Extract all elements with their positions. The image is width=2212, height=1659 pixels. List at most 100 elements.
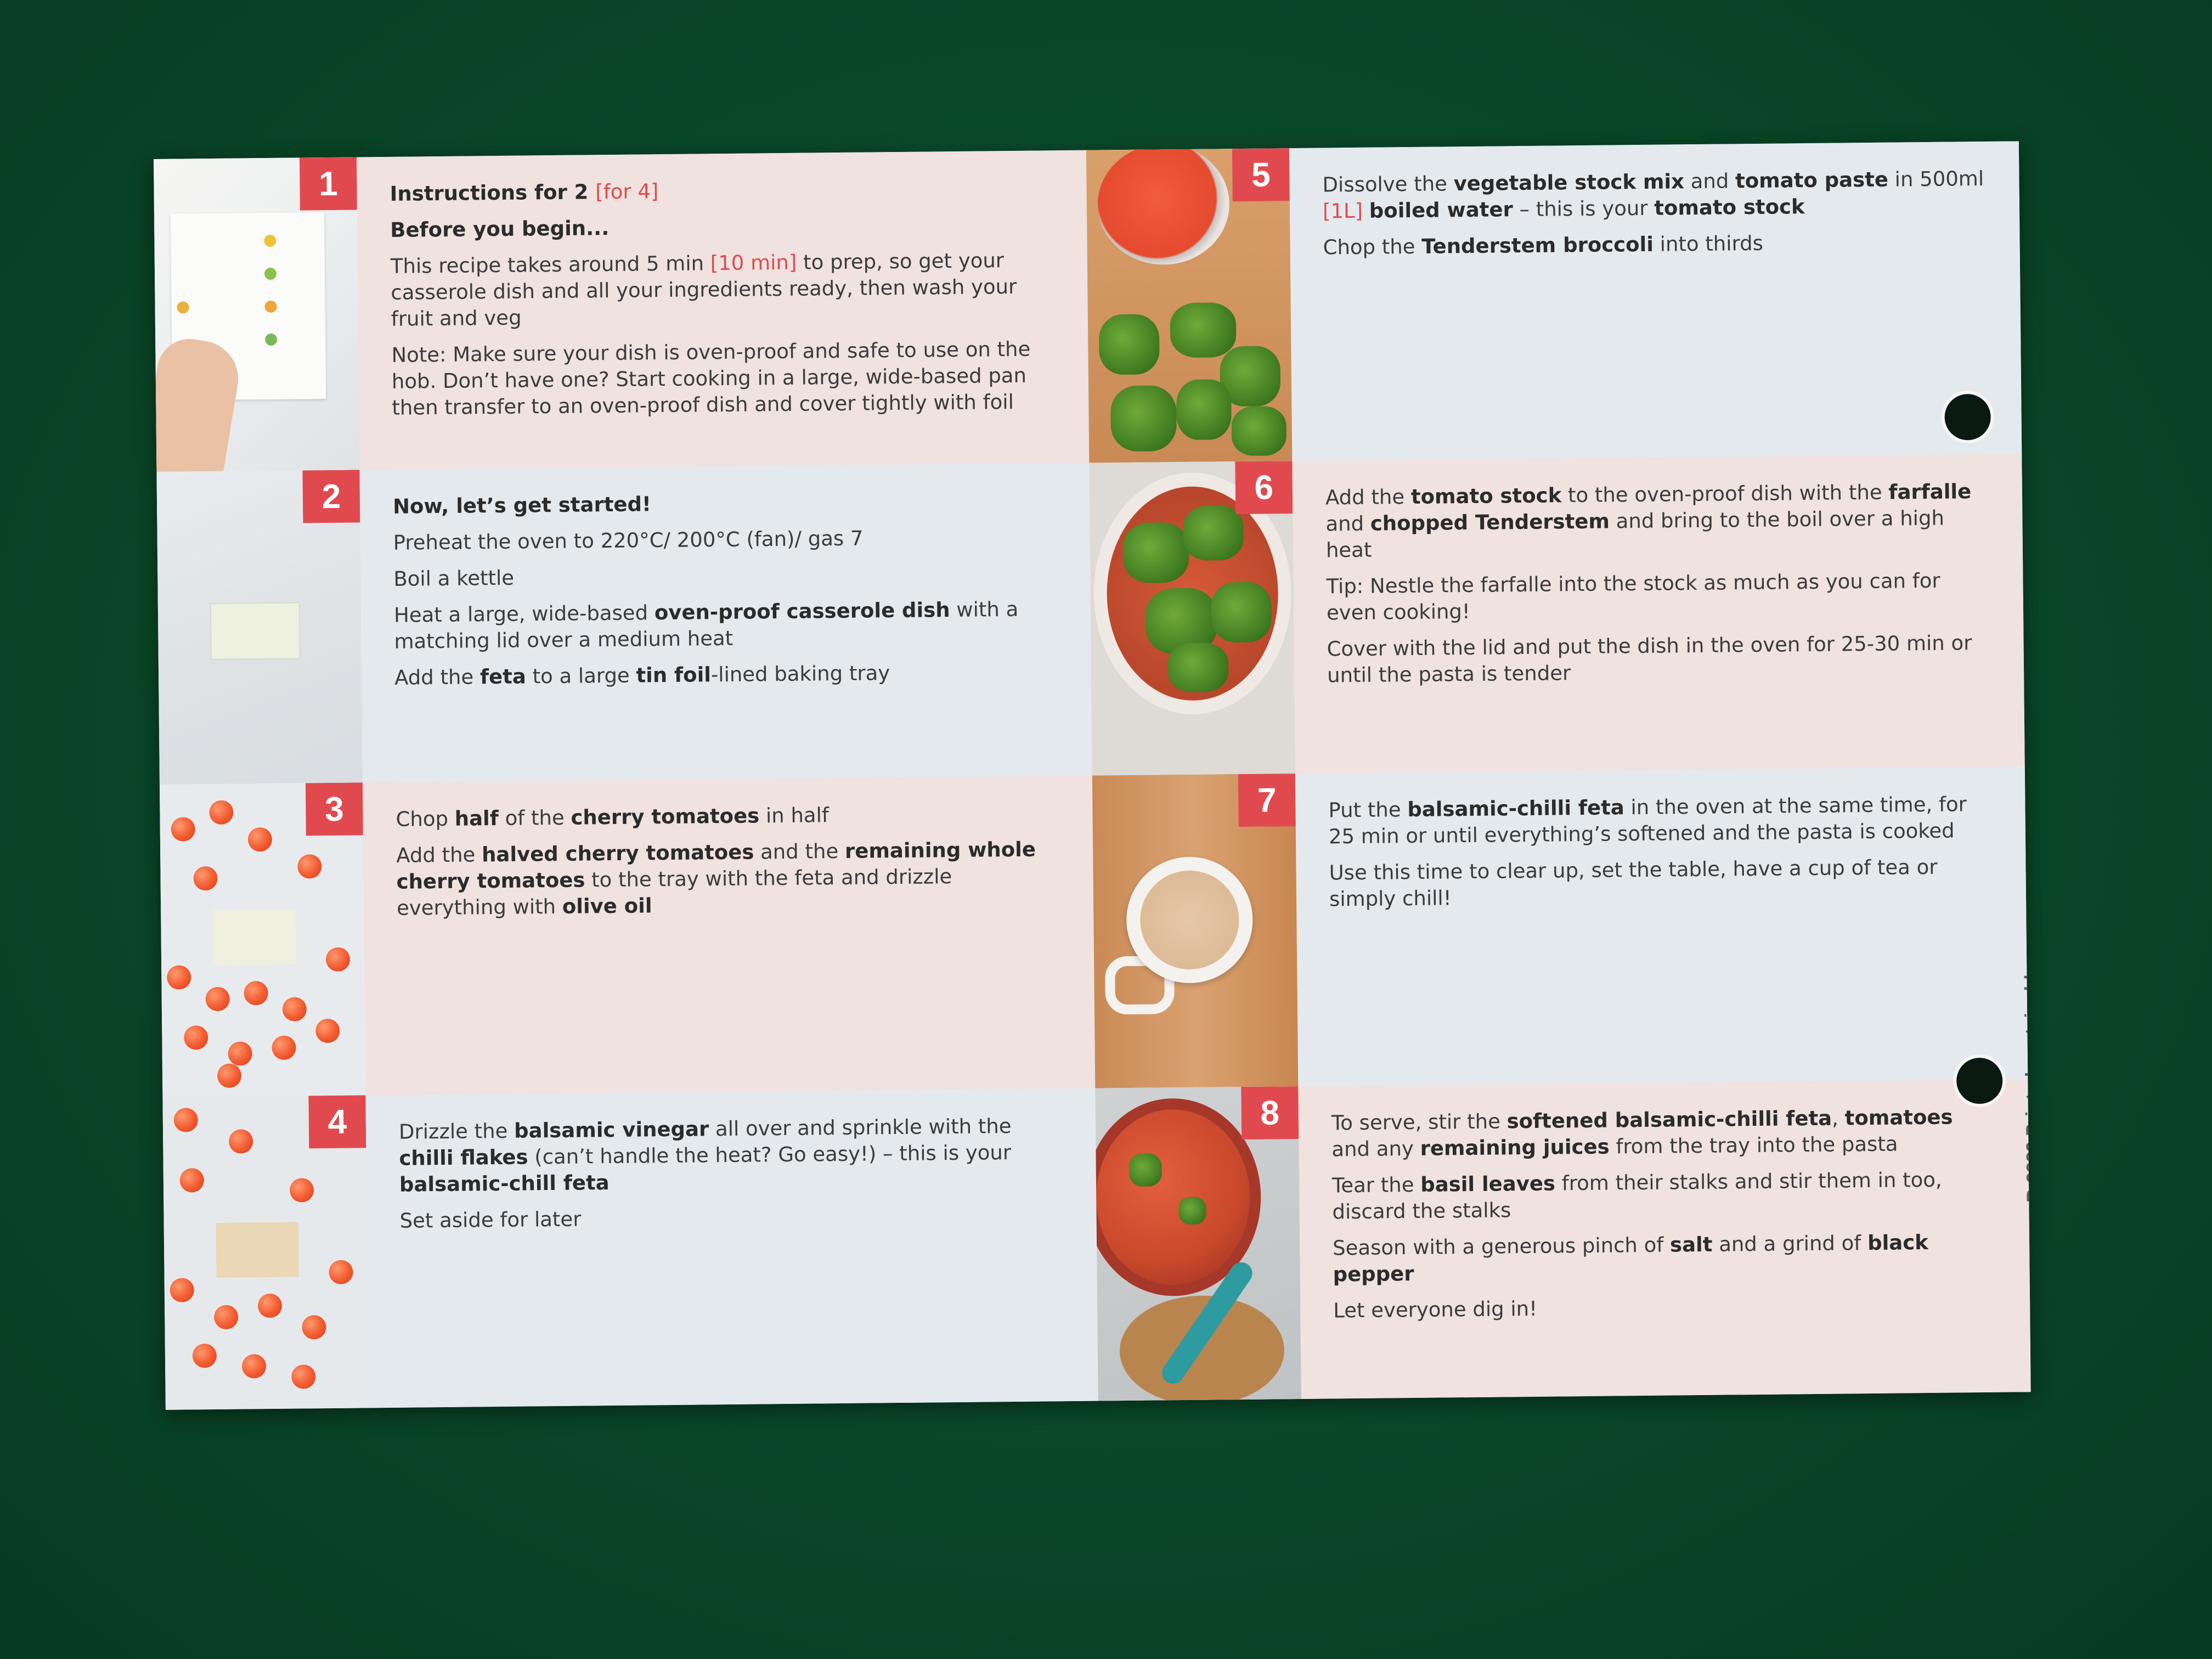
instruction-text: – this is your (1513, 196, 1655, 222)
instruction-text: Put the (1328, 798, 1408, 822)
step-2-photo: 2 (156, 470, 363, 785)
bold-ingredient: halved cherry tomatoes (481, 840, 754, 867)
step-5: 5 Dissolve the vegetable stock mix and t… (1086, 141, 2022, 463)
highlight-text: [10 min] (710, 250, 797, 275)
instruction-line: Put the balsamic-chilli feta in the oven… (1328, 791, 1994, 850)
recipe-card: 1 Instructions for 2 [for 4] Before you b… (154, 141, 2031, 1410)
bold-ingredient: basil leaves (1420, 1171, 1556, 1197)
instruction-line: Boil a kettle (393, 560, 1058, 592)
instruction-text: Cover with the lid and put the dish in t… (1327, 631, 1972, 687)
instruction-text: Chop (396, 806, 455, 831)
instruction-line: Use this time to clear up, set the table… (1329, 854, 1994, 913)
step-8: 8 To serve, stir the softened balsamic-c… (1095, 1079, 2031, 1401)
step-7-text: Put the balsamic-chilli feta in the oven… (1295, 766, 2028, 1086)
step-8-photo: 8 (1095, 1086, 1301, 1401)
instruction-text: and a grind of (1712, 1231, 1868, 1256)
instruction-line: Now, let’s get started! (393, 487, 1058, 520)
step-3-photo: 3 (159, 782, 366, 1097)
bold-ingredient: softened balsamic-chilli feta (1506, 1106, 1832, 1133)
bold-ingredient: olive oil (562, 894, 652, 918)
instruction-line: Preheat the oven to 220°C/ 200°C (fan)/ … (393, 523, 1058, 556)
bold-ingredient: farfalle (1888, 479, 1972, 504)
step-number-badge: 1 (299, 157, 357, 211)
step-6-text: Add the tomato stock to the oven-proof d… (1292, 454, 2024, 774)
bold-ingredient: Before you begin... (390, 216, 610, 242)
step-3: 3 Chop half of the cherry tomatoes in ha… (159, 775, 1096, 1097)
instruction-line: Heat a large, wide-based oven-proof cass… (394, 596, 1059, 655)
bold-ingredient: remaining juices (1420, 1135, 1610, 1160)
print-code: R-3389 Printed sustainably (2021, 964, 2031, 1203)
step-2-text: Now, let’s get started! Preheat the oven … (359, 463, 1092, 783)
instruction-line: Instructions for 2 [for 4] (390, 174, 1054, 207)
left-column: 1 Instructions for 2 [for 4] Before you b… (154, 150, 1098, 1410)
instruction-text: in half (759, 803, 830, 828)
bold-ingredient: salt (1669, 1232, 1713, 1257)
bold-ingredient: Tenderstem broccoli (1421, 232, 1654, 258)
step-number-badge: 4 (308, 1095, 366, 1149)
step-7: 7 Put the balsamic-chilli feta in the ov… (1092, 766, 2028, 1088)
instruction-text: Add the (396, 843, 482, 867)
instruction-line: Note: Make sure your dish is oven-proof … (391, 336, 1057, 421)
bold-ingredient: Instructions for 2 (390, 180, 596, 206)
instruction-text: Let everyone dig in! (1333, 1296, 1538, 1323)
instruction-line: Let everyone dig in! (1333, 1291, 1998, 1324)
step-4-photo: 4 (162, 1095, 369, 1410)
instruction-text: -lined baking tray (710, 661, 890, 687)
instruction-text: Drizzle the (398, 1119, 515, 1144)
bold-ingredient: Now, let’s get started! (392, 492, 652, 518)
step-number-badge: 7 (1238, 774, 1296, 827)
bold-ingredient: cherry tomatoes (571, 804, 760, 830)
step-number-badge: 3 (305, 782, 363, 836)
instruction-line: Add the feta to a large tin foil-lined b… (394, 658, 1059, 691)
step-1-photo: 1 (154, 157, 360, 472)
instruction-text: Tip: Nestle the farfalle into the stock … (1326, 568, 1940, 625)
step-1-text: Instructions for 2 [for 4] Before you beg… (357, 150, 1089, 470)
instruction-text (1363, 199, 1369, 223)
instruction-text: Add the (1325, 485, 1412, 510)
instruction-text: Dissolve the (1322, 172, 1454, 197)
highlight-text: [1L] (1322, 199, 1363, 223)
bold-ingredient: chilli flakes (399, 1145, 528, 1170)
punch-hole (1956, 1057, 2003, 1104)
instruction-line: Add the tomato stock to the oven-proof d… (1325, 478, 1991, 564)
instruction-line: Chop half of the cherry tomatoes in half (396, 800, 1060, 833)
step-number-badge: 5 (1232, 148, 1290, 202)
instruction-line: Tip: Nestle the farfalle into the stock … (1326, 567, 1991, 627)
instruction-line: Season with a generous pinch of salt and… (1333, 1229, 1998, 1288)
instruction-text: and (1684, 169, 1736, 194)
instruction-line: Chop the Tenderstem broccoli into thirds (1323, 228, 1988, 261)
bold-ingredient: tomato paste (1735, 167, 1889, 193)
step-7-photo: 7 (1092, 774, 1299, 1088)
instruction-line: Cover with the lid and put the dish in t… (1327, 630, 1992, 689)
punch-hole (1944, 393, 1991, 441)
bold-ingredient: feta (479, 664, 527, 689)
right-column: 5 Dissolve the vegetable stock mix and t… (1086, 141, 2031, 1401)
step-5-photo: 5 (1086, 148, 1293, 463)
instruction-text: Boil a kettle (393, 566, 515, 591)
step-4-text: Drizzle the balsamic vinegar all over an… (365, 1088, 1098, 1408)
instruction-text: Chop the (1323, 234, 1422, 259)
instruction-text: Preheat the oven to 220°C/ 200°C (fan)/ … (393, 526, 864, 555)
instruction-line: Drizzle the balsamic vinegar all over an… (399, 1113, 1064, 1198)
step-6: 6 Add the tomato stock to the oven-proof… (1089, 454, 2025, 776)
instruction-line: Set aside for later (399, 1201, 1064, 1234)
instruction-text: Set aside for later (399, 1207, 582, 1233)
instruction-text: into thirds (1653, 231, 1764, 256)
bold-ingredient: chopped Tenderstem (1370, 509, 1610, 535)
bold-ingredient: boiled water (1369, 198, 1513, 223)
step-2: 2 Now, let’s get started! Preheat the ove… (156, 462, 1092, 785)
instruction-line: Add the halved cherry tomatoes and the r… (396, 836, 1062, 922)
instruction-text: and any (1331, 1136, 1420, 1161)
step-number-badge: 8 (1241, 1086, 1299, 1140)
bold-ingredient: tin foil (636, 663, 712, 687)
instruction-text: Heat a large, wide-based (393, 601, 655, 627)
step-5-text: Dissolve the vegetable stock mix and tom… (1289, 141, 2022, 461)
instruction-line: To serve, stir the softened balsamic-chi… (1331, 1104, 1997, 1163)
instruction-line: This recipe takes around 5 min [10 min] … (391, 247, 1056, 332)
bold-ingredient: half (454, 806, 499, 831)
instruction-text: from the tray into the pasta (1609, 1132, 1898, 1159)
bold-ingredient: vegetable stock mix (1453, 170, 1685, 196)
instruction-text: Season with a generous pinch of (1332, 1233, 1671, 1260)
instruction-text: of the (498, 805, 571, 831)
instruction-line: Dissolve the vegetable stock mix and tom… (1322, 166, 1988, 225)
